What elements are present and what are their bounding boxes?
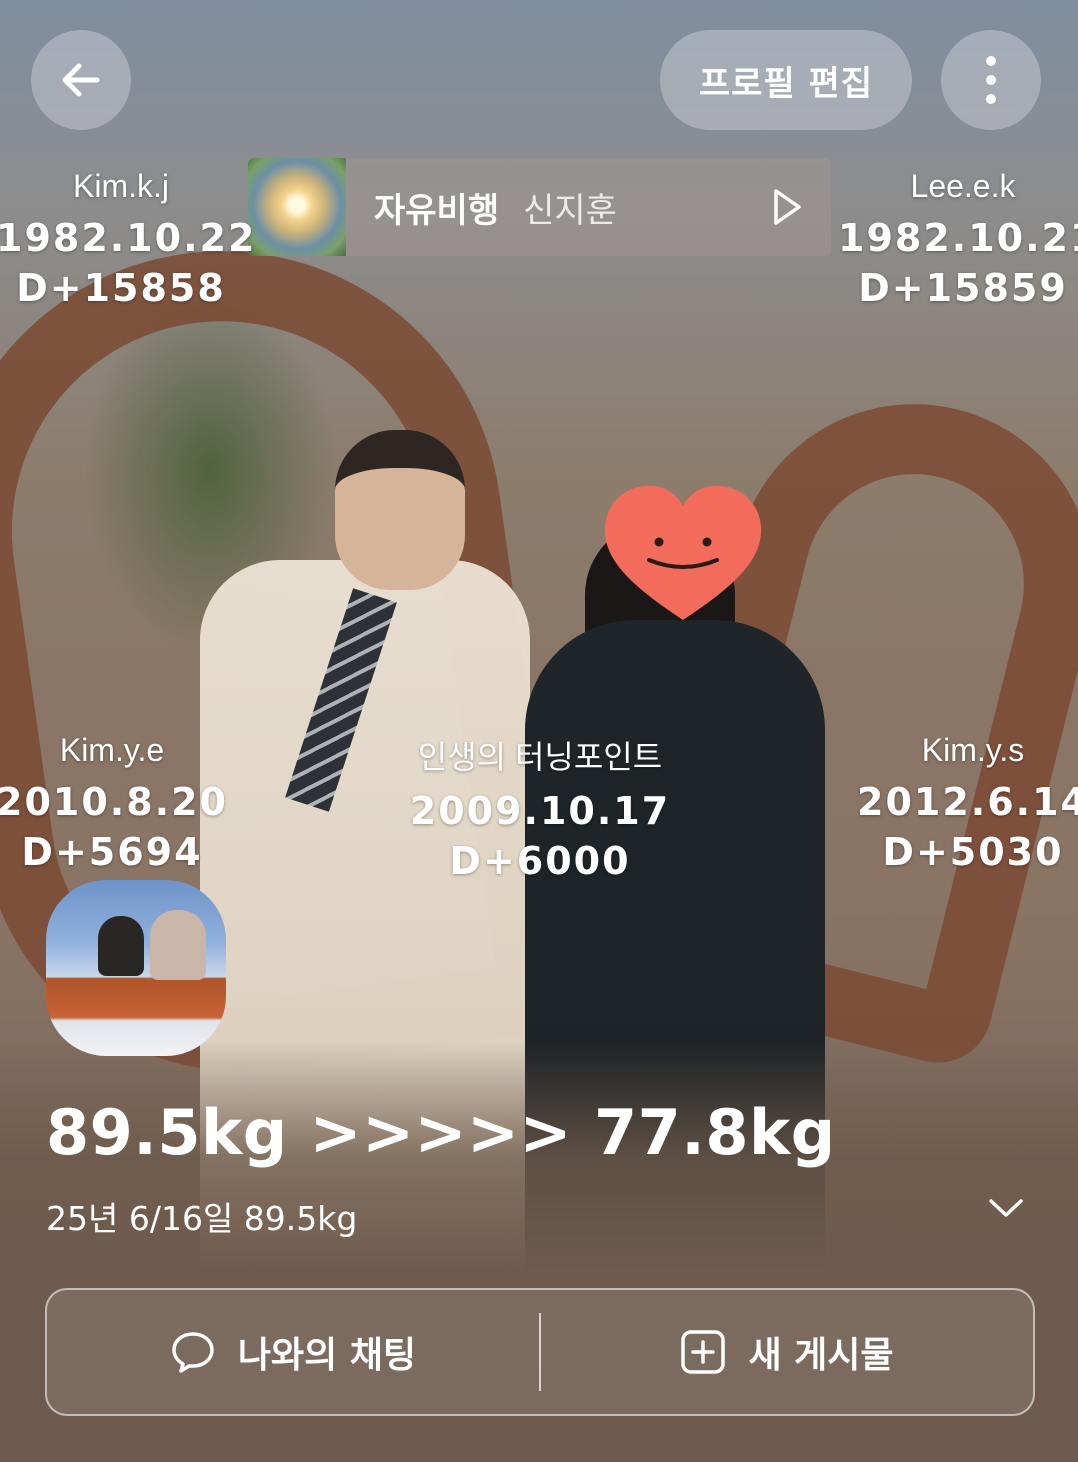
dday-date: 1982.10.22 <box>0 216 257 260</box>
dday-count: D+5694 <box>21 830 203 874</box>
sticker-photo-thumbnail[interactable] <box>46 880 226 1056</box>
dday-date: 2012.6.14 <box>857 780 1078 824</box>
dday-card[interactable]: Lee.e.k 1982.10.21 D+15859 <box>838 168 1078 307</box>
dday-date: 1982.10.21 <box>838 216 1078 260</box>
thumbnail-person <box>150 910 206 980</box>
dday-name: Lee.e.k <box>910 168 1016 204</box>
profile-status-message: 25년 6/16일 89.5kg <box>46 1199 358 1238</box>
dday-card[interactable]: Kim.k.j 1982.10.22 D+15858 <box>0 168 257 310</box>
new-post-label: 새 게시물 <box>748 1335 894 1376</box>
edit-profile-button[interactable]: 프로필 편집 <box>660 30 912 130</box>
dday-card[interactable]: Kim.y.e 2010.8.20 D+5694 <box>0 732 237 871</box>
album-art <box>248 158 346 256</box>
man-head <box>335 430 465 590</box>
arrow-left-icon <box>62 63 100 97</box>
profile-music-bar[interactable]: 자유비행 신지훈 <box>248 158 831 256</box>
thumbnail-person <box>98 916 144 976</box>
dday-count: D+15859 <box>858 266 1068 310</box>
profile-action-bar: 나와의 채팅 새 게시물 <box>45 1288 1035 1416</box>
dday-name: 인생의 터닝포인트 <box>417 739 663 775</box>
dday-name: Kim.k.j <box>73 168 169 204</box>
chevron-down-icon[interactable] <box>988 1196 1024 1220</box>
song-artist: 신지훈 <box>523 190 617 231</box>
dday-count: D+15858 <box>16 266 226 310</box>
dday-name: Kim.y.e <box>59 732 165 768</box>
dday-date: 2010.8.20 <box>0 780 228 824</box>
chat-bubble-icon <box>172 1332 214 1373</box>
heart-smiley-sticker <box>604 485 762 620</box>
more-vertical-icon <box>986 56 996 104</box>
plus-square-icon <box>681 1330 726 1374</box>
dday-date: 2009.10.17 <box>409 789 671 833</box>
dday-count: D+5030 <box>882 830 1064 874</box>
back-button[interactable] <box>31 30 131 130</box>
chat-with-me-button[interactable]: 나와의 채팅 <box>47 1290 539 1414</box>
play-icon[interactable] <box>771 187 803 227</box>
dday-card[interactable]: Kim.y.s 2012.6.14 D+5030 <box>848 732 1078 871</box>
dday-count: D+6000 <box>449 839 631 883</box>
dday-card[interactable]: 인생의 터닝포인트 2009.10.17 D+6000 <box>385 732 695 880</box>
more-options-button[interactable] <box>941 30 1041 130</box>
song-title: 자유비행 <box>374 190 500 231</box>
dday-name: Kim.y.s <box>921 732 1025 768</box>
new-post-button[interactable]: 새 게시물 <box>541 1290 1033 1414</box>
chat-with-me-label: 나와의 채팅 <box>237 1335 417 1376</box>
profile-status-headline: 89.5kg >>>>> 77.8kg <box>46 1096 836 1169</box>
